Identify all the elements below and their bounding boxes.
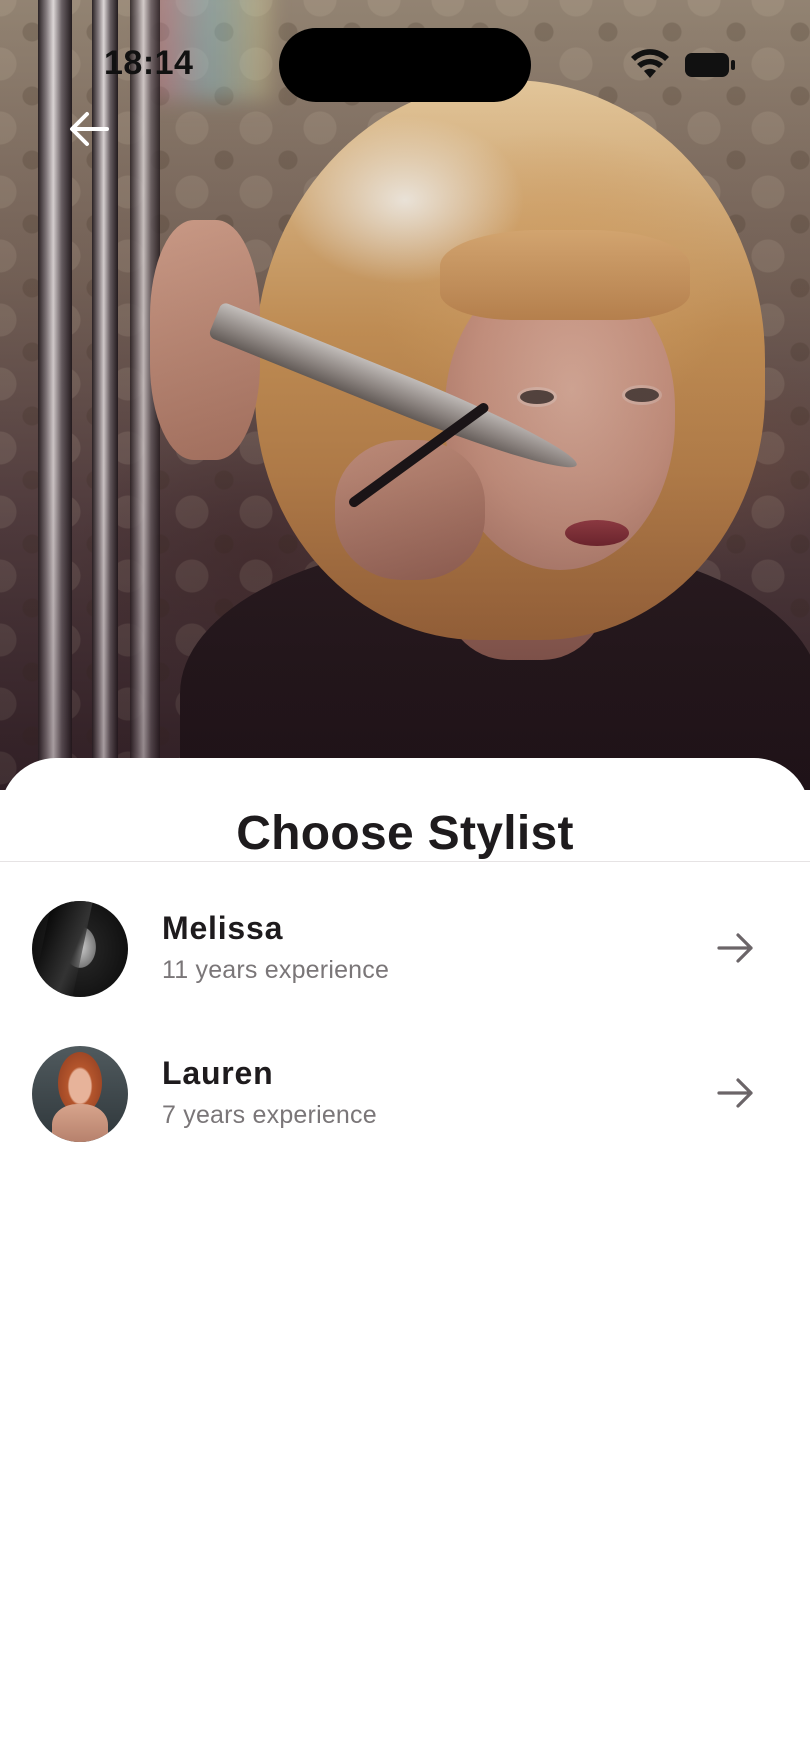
divider: [0, 861, 810, 862]
hero-photo: [0, 0, 810, 790]
status-time: 18:14: [104, 44, 194, 82]
page-title: Choose Stylist: [236, 807, 574, 860]
stylist-name: Melissa: [162, 910, 284, 946]
back-button[interactable]: [64, 104, 114, 154]
wifi-icon: [631, 49, 669, 78]
stylist-name: Lauren: [162, 1055, 274, 1091]
dynamic-island: [279, 28, 531, 102]
stylist-item-lauren[interactable]: Lauren 7 years experience: [0, 1033, 810, 1153]
battery-icon: [685, 53, 735, 77]
stylist-experience: 7 years experience: [162, 1101, 377, 1129]
photo-shade: [0, 0, 810, 790]
stylist-item-melissa[interactable]: Melissa 11 years experience: [0, 888, 810, 1008]
stylist-sheet: Choose Stylist Melissa 11 years experien…: [0, 758, 810, 1761]
avatar: [32, 1046, 128, 1142]
stylist-experience: 11 years experience: [162, 956, 390, 984]
arrow-right-icon[interactable]: [716, 930, 756, 966]
screen: 18:14 Choose Stylist Melissa 11 years ex…: [0, 0, 810, 1761]
avatar: [32, 901, 128, 997]
arrow-right-icon[interactable]: [716, 1075, 756, 1111]
arrow-left-icon: [70, 112, 109, 146]
